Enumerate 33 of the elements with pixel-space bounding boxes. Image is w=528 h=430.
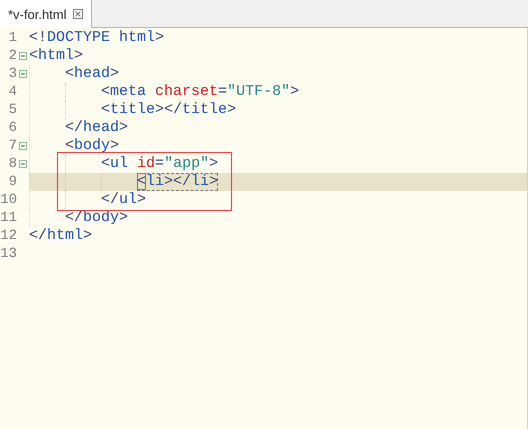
fold-icon[interactable] bbox=[19, 70, 27, 78]
line-number: 9 bbox=[8, 173, 17, 191]
line-number: 3 bbox=[8, 65, 17, 83]
line-number: 5 bbox=[8, 101, 17, 119]
code-line: <head> bbox=[65, 65, 120, 83]
tab-title: *v-for.html bbox=[8, 6, 67, 22]
line-number: 4 bbox=[8, 83, 17, 101]
line-number: 11 bbox=[0, 209, 17, 227]
line-number: 13 bbox=[0, 245, 17, 263]
fold-icon[interactable] bbox=[19, 142, 27, 150]
code-line: </ul> bbox=[101, 191, 146, 209]
code-line: <li></li> bbox=[137, 173, 218, 191]
code-line: <title></title> bbox=[101, 101, 236, 119]
line-number: 10 bbox=[0, 191, 17, 209]
code-line: <ul id="app"> bbox=[101, 155, 218, 173]
code-line: </body> bbox=[65, 209, 128, 227]
fold-icon[interactable] bbox=[19, 160, 27, 168]
code-line: </html> bbox=[29, 227, 92, 245]
code-line: </head> bbox=[65, 119, 128, 137]
close-icon[interactable] bbox=[72, 9, 83, 19]
line-number: 8 bbox=[8, 155, 17, 173]
code-line: <body> bbox=[65, 137, 120, 155]
code-editor[interactable]: 1 <!DOCTYPE html> 2 <html> 3 <head> 4 <meta charset="UTF-8"> 5 <title></title> 6 </head> 7 <body> 8 <ul id="app"> 9 <li></li> 10 </ul> 11 </body> 12 </html> 13 bbox=[0, 28, 528, 429]
line-number: 6 bbox=[8, 119, 17, 137]
line-number: 7 bbox=[8, 137, 17, 155]
code-line: <!DOCTYPE html> bbox=[29, 29, 164, 47]
editor-tab[interactable]: *v-for.html bbox=[0, 0, 92, 28]
code-line: <meta charset="UTF-8"> bbox=[101, 83, 300, 101]
line-number: 1 bbox=[8, 29, 17, 47]
line-number: 12 bbox=[0, 227, 17, 245]
code-line: <html> bbox=[29, 47, 84, 65]
line-number: 2 bbox=[8, 47, 17, 65]
fold-icon[interactable] bbox=[19, 52, 27, 60]
